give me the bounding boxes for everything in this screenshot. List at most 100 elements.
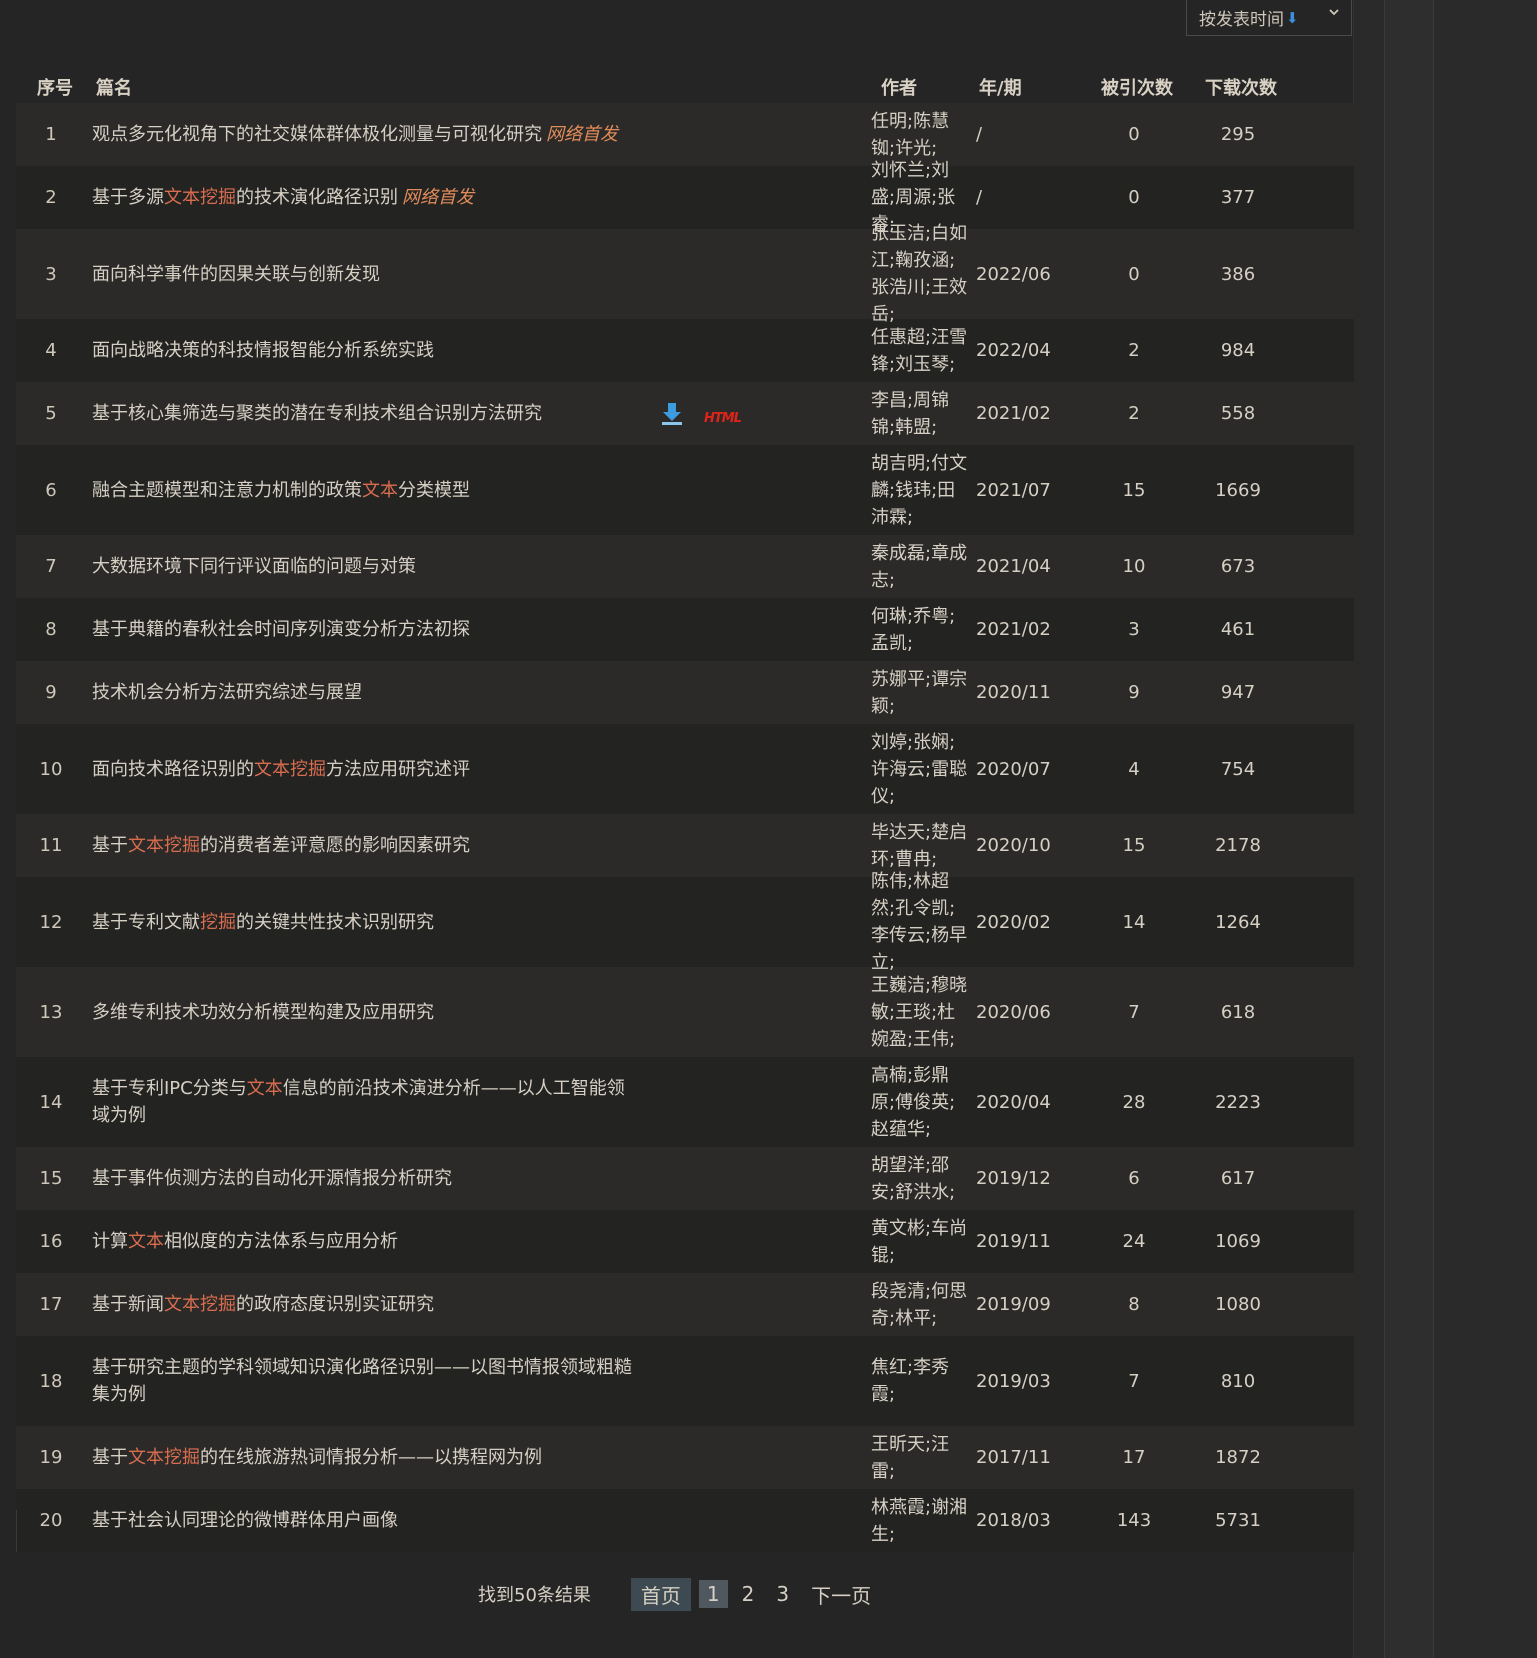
article-title-link[interactable]: 面向技术路径识别的文本挖掘方法应用研究述评	[92, 756, 470, 783]
author-cell[interactable]: 段尧清;何思奇;林平;	[776, 1278, 969, 1332]
issue-cell[interactable]: 2020/06	[969, 1002, 1084, 1023]
author-cell[interactable]: 毕达天;楚启环;曹冉;	[776, 819, 969, 873]
issue-cell[interactable]: 2020/10	[969, 835, 1084, 856]
page-3-link[interactable]: 3	[776, 1582, 789, 1606]
author-cell[interactable]: 黄文彬;车尚锟;	[776, 1215, 969, 1269]
article-title-link[interactable]: 基于社会认同理论的微博群体用户画像	[92, 1507, 398, 1534]
article-title-link[interactable]: 基于典籍的春秋社会时间序列演变分析方法初探	[92, 616, 470, 643]
article-title-link[interactable]: 观点多元化视角下的社交媒体群体极化测量与可视化研究 网络首发	[92, 121, 618, 148]
download-icon[interactable]	[659, 401, 685, 427]
article-title-link[interactable]: 基于专利IPC分类与文本信息的前沿技术演进分析——以人工智能领域为例	[92, 1075, 632, 1129]
download-count: 2178	[1215, 835, 1261, 856]
html-read-icon[interactable]: HTML	[704, 405, 742, 432]
author-cell[interactable]: 苏娜平;谭宗颖;	[776, 666, 969, 720]
header-no[interactable]: 序号	[16, 74, 90, 100]
cite-count: 15	[1122, 835, 1146, 856]
sort-dropdown[interactable]: 按发表时间 ⬇	[1186, 0, 1352, 36]
cite-count: 10	[1122, 556, 1146, 577]
issue-cell[interactable]: 2019/12	[969, 1168, 1084, 1189]
article-title-link[interactable]: 融合主题模型和注意力机制的政策文本分类模型	[92, 477, 470, 504]
article-title-link[interactable]: 基于新闻文本挖掘的政府态度识别实证研究	[92, 1291, 434, 1318]
issue-cell[interactable]: 2021/07	[969, 480, 1084, 501]
title-cell: 基于文本挖掘的消费者差评意愿的影响因素研究	[86, 832, 776, 859]
article-title-link[interactable]: 技术机会分析方法研究综述与展望	[92, 679, 362, 706]
keyword-highlight: 文本	[362, 479, 398, 501]
author-cell[interactable]: 陈伟;林超然;孔令凯;李传云;杨早立;	[776, 868, 969, 976]
article-title-link[interactable]: 基于文本挖掘的在线旅游热词情报分析——以携程网为例	[92, 1444, 542, 1471]
issue-cell[interactable]: 2017/11	[969, 1447, 1084, 1468]
header-download[interactable]: 下载次数	[1187, 74, 1295, 100]
cite-count: 24	[1122, 1231, 1146, 1252]
page-2-link[interactable]: 2	[742, 1582, 755, 1606]
issue-cell[interactable]: 2022/06	[969, 264, 1084, 285]
sort-direction-icon: ⬇	[1286, 8, 1299, 27]
issue-cell[interactable]: 2021/02	[969, 403, 1084, 424]
first-page-button[interactable]: 首页	[630, 1577, 691, 1611]
issue-cell[interactable]: /	[969, 187, 1084, 208]
author-cell[interactable]: 任惠超;汪雪锋;刘玉琴;	[776, 324, 969, 378]
issue-cell[interactable]: 2020/07	[969, 759, 1084, 780]
keyword-highlight: 文本	[128, 1231, 164, 1252]
issue-cell[interactable]: 2019/11	[969, 1231, 1084, 1252]
article-title-link[interactable]: 计算文本相似度的方法体系与应用分析	[92, 1228, 398, 1255]
issue-cell[interactable]: 2021/02	[969, 619, 1084, 640]
issue-cell[interactable]: 2022/04	[969, 340, 1084, 361]
author-cell[interactable]: 胡望洋;邵安;舒洪水;	[776, 1152, 969, 1206]
article-title-link[interactable]: 大数据环境下同行评议面临的问题与对策	[92, 553, 416, 580]
article-title-link[interactable]: 基于专利文献挖掘的关键共性技术识别研究	[92, 909, 434, 936]
issue-cell[interactable]: 2019/03	[969, 1371, 1084, 1392]
header-author[interactable]: 作者	[786, 74, 979, 100]
author-cell[interactable]: 林燕霞;谢湘生;	[776, 1494, 969, 1548]
article-title-link[interactable]: 面向科学事件的因果关联与创新发现	[92, 261, 380, 288]
header-date[interactable]: 年/期	[979, 74, 1087, 100]
header-cite[interactable]: 被引次数	[1087, 74, 1187, 100]
table-row: 11 基于文本挖掘的消费者差评意愿的影响因素研究 毕达天;楚启环;曹冉; 2020/1…	[16, 814, 1354, 877]
author-cell[interactable]: 秦成磊;章成志;	[776, 540, 969, 594]
download-count: 461	[1220, 619, 1256, 640]
article-title-link[interactable]: 基于文本挖掘的消费者差评意愿的影响因素研究	[92, 832, 470, 859]
author-cell[interactable]: 张玉洁;白如江;鞠孜涵;张浩川;王效岳;	[776, 220, 969, 328]
title-cell: 基于核心集筛选与聚类的潜在专利技术组合识别方法研究 HTML	[86, 400, 776, 427]
author-cell[interactable]: 何琳;乔粤;孟凯;	[776, 603, 969, 657]
next-page-link[interactable]: 下一页	[811, 1580, 871, 1609]
title-segment: 基于社会认同理论的微博群体用户画像	[92, 1510, 398, 1531]
issue-cell[interactable]: 2021/04	[969, 556, 1084, 577]
author-cell[interactable]: 焦红;李秀霞;	[776, 1354, 969, 1408]
row-number: 7	[45, 556, 57, 577]
author-cell[interactable]: 李昌;周锦锦;韩盟;	[776, 387, 969, 441]
table-row: 6 融合主题模型和注意力机制的政策文本分类模型 胡吉明;付文麟;钱玮;田沛霖; 202…	[16, 445, 1354, 535]
article-title-link[interactable]: 基于核心集筛选与聚类的潜在专利技术组合识别方法研究	[92, 400, 542, 427]
cite-count: 2	[1128, 340, 1140, 361]
author-cell[interactable]: 任明;陈慧铷;许光;	[776, 108, 969, 162]
row-number: 9	[45, 682, 57, 703]
download-count: 618	[1220, 1001, 1256, 1023]
download-count: 617	[1220, 1168, 1256, 1189]
header-title[interactable]: 篇名	[90, 74, 786, 100]
article-title-link[interactable]: 面向战略决策的科技情报智能分析系统实践	[92, 337, 434, 364]
article-title-link[interactable]: 基于事件侦测方法的自动化开源情报分析研究	[92, 1165, 452, 1192]
issue-cell[interactable]: 2020/02	[969, 912, 1084, 933]
author-cell[interactable]: 胡吉明;付文麟;钱玮;田沛霖;	[776, 450, 969, 531]
title-segment: 面向战略决策的科技情报智能分析系统实践	[92, 340, 434, 361]
author-cell[interactable]: 刘婷;张娴;许海云;雷聪仪;	[776, 729, 969, 810]
title-segment: 基于专利文献	[92, 911, 200, 933]
table-body: 1 观点多元化视角下的社交媒体群体极化测量与可视化研究 网络首发 任明;陈慧铷;许光;…	[16, 103, 1354, 1552]
issue-cell[interactable]: 2020/11	[969, 682, 1084, 703]
title-segment: 的关键共性技术识别研究	[236, 911, 434, 933]
title-segment: 基于事件侦测方法的自动化开源情报分析研究	[92, 1168, 452, 1189]
issue-cell[interactable]: /	[969, 124, 1084, 145]
cite-count: 2	[1128, 403, 1140, 424]
author-cell[interactable]: 王巍洁;穆晓敏;王琰;杜婉盈;王伟;	[776, 972, 969, 1053]
author-cell[interactable]: 高楠;彭鼎原;傅俊英;赵蕴华;	[776, 1062, 969, 1143]
title-segment: 的消费者差评意愿的影响因素研究	[200, 835, 470, 856]
page-1-current[interactable]: 1	[698, 1580, 728, 1608]
table-row: 7 大数据环境下同行评议面临的问题与对策 秦成磊;章成志; 2021/04 10 673	[16, 535, 1354, 598]
issue-cell[interactable]: 2019/09	[969, 1294, 1084, 1315]
article-title-link[interactable]: 基于多源文本挖掘的技术演化路径识别 网络首发	[92, 184, 474, 211]
issue-cell[interactable]: 2020/04	[969, 1092, 1084, 1113]
author-cell[interactable]: 王昕天;汪雷;	[776, 1431, 969, 1485]
issue-cell[interactable]: 2018/03	[969, 1510, 1084, 1531]
article-title-link[interactable]: 基于研究主题的学科领域知识演化路径识别——以图书情报领域粗糙集为例	[92, 1354, 632, 1408]
title-cell: 基于研究主题的学科领域知识演化路径识别——以图书情报领域粗糙集为例	[86, 1354, 776, 1408]
article-title-link[interactable]: 多维专利技术功效分析模型构建及应用研究	[92, 999, 434, 1026]
